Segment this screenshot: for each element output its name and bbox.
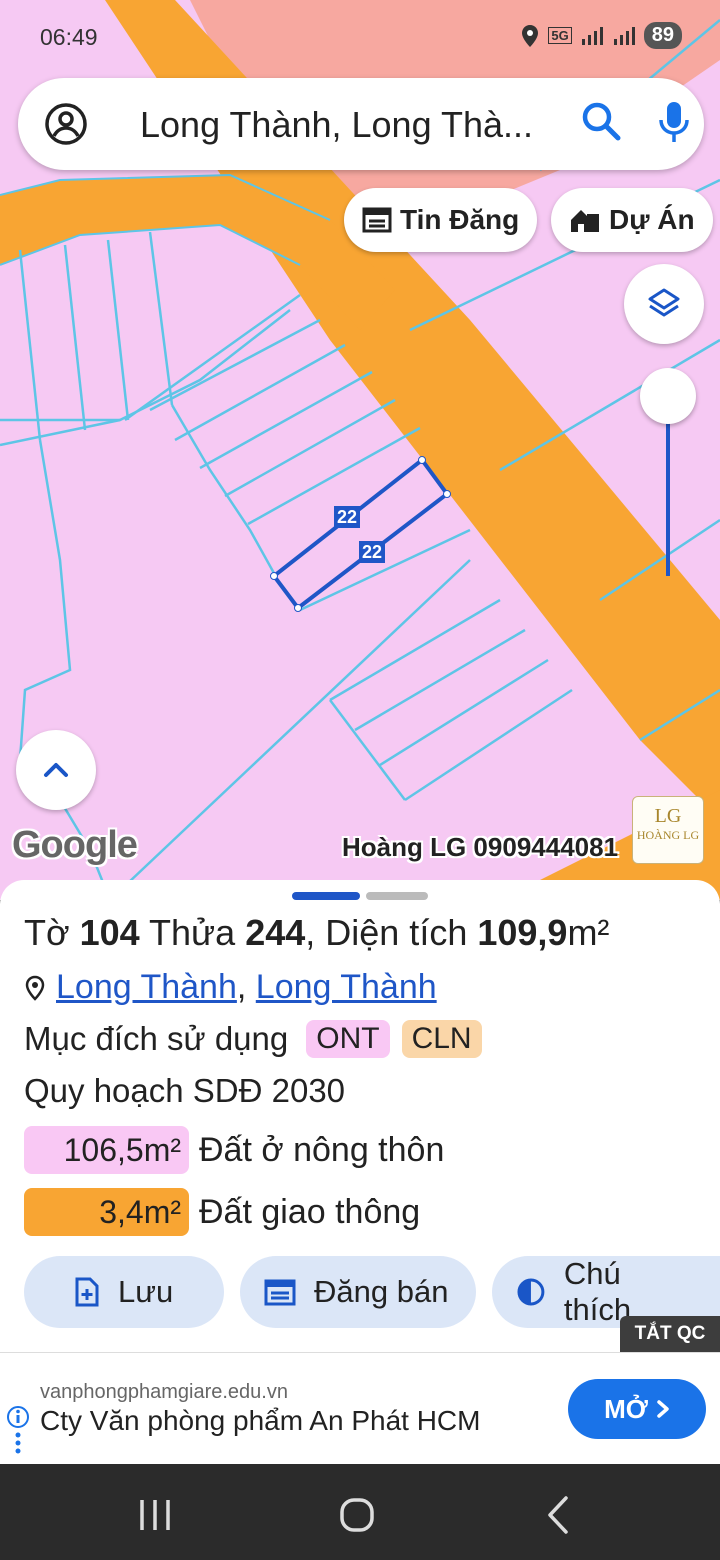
add-document-icon xyxy=(75,1277,99,1307)
zone-label: Đất giao thông xyxy=(199,1192,421,1231)
parcel-info-panel: Tờ 104 Thửa 244, Diện tích 109,9m² Long … xyxy=(0,880,720,1352)
battery-indicator: 89 xyxy=(643,22,682,49)
purpose-label: Mục đích sử dụng xyxy=(24,1020,289,1057)
close-ad-button[interactable]: TẮT QC xyxy=(620,1316,720,1352)
plot-edge-label: 22 xyxy=(359,541,386,563)
panel-page-indicator-active[interactable] xyxy=(292,892,360,900)
layers-button[interactable] xyxy=(624,264,704,344)
listing-icon xyxy=(362,207,392,233)
recent-apps-icon[interactable] xyxy=(140,1500,170,1530)
parcel-location: Long Thành, Long Thành xyxy=(24,968,437,1007)
opacity-slider-knob[interactable] xyxy=(640,368,696,424)
plot-edge-label: 22 xyxy=(334,506,361,528)
calendar-list-icon xyxy=(264,1279,296,1306)
zone-area: 3,4m² xyxy=(24,1188,189,1236)
system-navigation-bar xyxy=(0,1464,720,1560)
microphone-icon[interactable] xyxy=(656,100,692,146)
chevron-right-icon xyxy=(657,1400,669,1418)
zone-label: Đất ở nông thôn xyxy=(199,1130,445,1169)
watermark-text: Hoàng LG 0909444081 xyxy=(342,832,619,862)
back-icon[interactable] xyxy=(548,1496,568,1534)
plan-label: Quy hoạch SDĐ 2030 xyxy=(24,1072,346,1109)
status-time: 06:49 xyxy=(40,24,98,50)
home-icon[interactable] xyxy=(340,1498,374,1532)
network-icon: 5G xyxy=(548,27,572,44)
ad-info-icon[interactable] xyxy=(6,1405,30,1465)
ad-banner[interactable]: vanphongphamgiare.edu.vn Cty Văn phòng p… xyxy=(0,1352,720,1464)
signal-icon xyxy=(581,26,603,45)
post-for-sale-button[interactable]: Đăng bán xyxy=(240,1256,476,1328)
zone-row: 106,5m² Đất ở nông thôn xyxy=(24,1126,444,1174)
location-pin-icon xyxy=(25,975,45,1001)
panel-page-indicator[interactable] xyxy=(366,892,428,900)
listings-chip-label: Tin Đăng xyxy=(400,204,520,235)
map-view[interactable]: 22 22 06:49 5G 89 Long Thành, Long Thà..… xyxy=(0,0,720,900)
google-logo: Google xyxy=(12,824,138,866)
expand-button[interactable] xyxy=(16,730,96,810)
sheet-number: 104 xyxy=(79,912,140,953)
save-button-label: Lưu xyxy=(118,1274,174,1309)
land-use-tag[interactable]: ONT xyxy=(306,1020,390,1058)
listings-chip[interactable]: Tin Đăng xyxy=(344,188,538,252)
contrast-icon xyxy=(517,1278,545,1306)
ad-open-button[interactable]: MỞ xyxy=(568,1379,706,1439)
signal-icon xyxy=(613,26,635,45)
brand-logo[interactable]: LG HOÀNG LG xyxy=(632,796,704,864)
land-use-tag[interactable]: CLN xyxy=(401,1020,482,1058)
parcel-title: Tờ 104 Thửa 244, Diện tích 109,9m² xyxy=(24,912,610,953)
ad-open-label: MỞ xyxy=(604,1393,648,1424)
status-bar: 06:49 5G 89 xyxy=(0,0,720,72)
location-link-district[interactable]: Long Thành xyxy=(256,968,437,1006)
post-button-label: Đăng bán xyxy=(314,1274,449,1309)
building-icon xyxy=(571,210,599,232)
zone-row: 3,4m² Đất giao thông xyxy=(24,1188,420,1236)
ad-url: vanphongphamgiare.edu.vn xyxy=(40,1381,288,1403)
selected-plot-outline xyxy=(271,457,450,611)
search-icon[interactable] xyxy=(580,100,624,144)
ad-headline: Cty Văn phòng phẩm An Phát HCM xyxy=(40,1405,481,1436)
parcel-area: 109,9 xyxy=(477,912,568,953)
search-bar[interactable]: Long Thành, Long Thà... xyxy=(18,78,704,170)
parcel-number: 244 xyxy=(245,912,306,953)
search-query[interactable]: Long Thành, Long Thà... xyxy=(140,104,533,146)
land-use-purpose: Mục đích sử dụng ONT CLN xyxy=(24,1020,482,1058)
location-icon xyxy=(522,24,539,47)
location-link-ward[interactable]: Long Thành xyxy=(56,968,237,1006)
projects-chip[interactable]: Dự Án xyxy=(551,188,713,252)
save-button[interactable]: Lưu xyxy=(24,1256,224,1328)
zone-area: 106,5m² xyxy=(24,1126,189,1174)
chevron-up-icon xyxy=(44,763,68,777)
layers-icon xyxy=(648,288,680,317)
account-icon[interactable] xyxy=(44,102,88,146)
projects-chip-label: Dự Án xyxy=(609,204,695,235)
